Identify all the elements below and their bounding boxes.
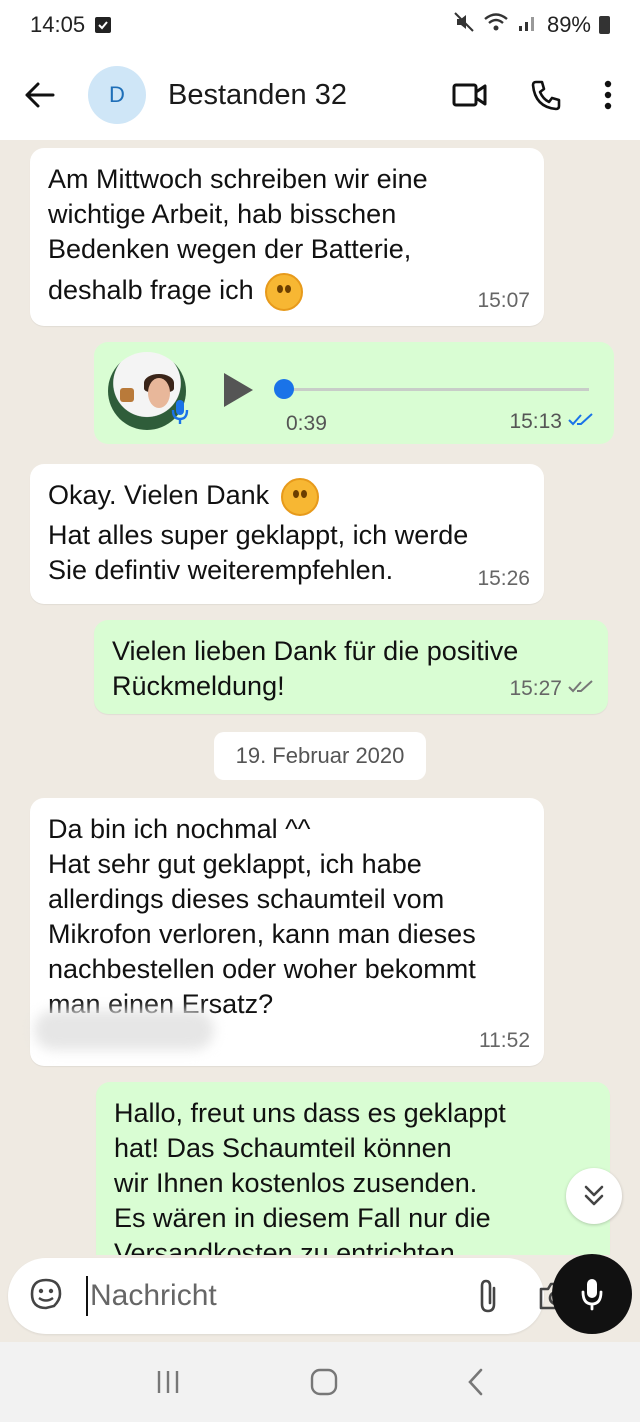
signal-icon — [517, 12, 539, 38]
message-text: Da bin ich nochmal ^^ — [48, 814, 311, 844]
recent-apps-icon[interactable] — [154, 1368, 182, 1396]
upside-down-face-emoji — [280, 478, 319, 516]
mic-icon — [170, 398, 190, 431]
message-incoming[interactable]: Am Mittwoch schreiben wir eine wichtige … — [30, 148, 544, 326]
date-separator: 19. Februar 2020 — [214, 732, 426, 780]
upside-down-face-emoji — [265, 273, 304, 311]
message-text: Vielen lieben Dank für die positive — [112, 636, 519, 666]
battery-icon — [599, 16, 610, 34]
message-text: Es wären in diesem Fall nur die — [114, 1203, 491, 1233]
chat-header: D Bestanden 32 — [0, 50, 640, 140]
sticker-icon[interactable] — [28, 1276, 64, 1317]
contact-name[interactable]: Bestanden 32 — [168, 79, 347, 112]
message-time: 15:26 — [477, 567, 530, 590]
message-text: allerdings dieses schaumteil vom — [48, 884, 445, 914]
record-voice-button[interactable] — [552, 1254, 632, 1334]
message-text: Bedenken wegen der Batterie, — [48, 234, 412, 264]
message-outgoing[interactable]: Hallo, freut uns dass es geklappt hat! D… — [96, 1082, 610, 1255]
system-back-icon[interactable] — [466, 1367, 486, 1397]
message-text: Mikrofon verloren, kann man dieses — [48, 919, 476, 949]
message-time: 11:52 — [479, 1029, 530, 1052]
message-input[interactable] — [86, 1276, 476, 1316]
read-ticks-icon — [568, 410, 594, 434]
attach-icon[interactable] — [476, 1278, 500, 1314]
audio-progress-track[interactable] — [284, 388, 589, 391]
more-options-icon[interactable] — [604, 80, 612, 110]
scroll-to-bottom-button[interactable] — [566, 1168, 622, 1224]
message-list[interactable]: Am Mittwoch schreiben wir eine wichtige … — [0, 140, 640, 1255]
blurred-content — [34, 1010, 214, 1050]
message-text: Hat alles super geklappt, ich werde — [48, 520, 469, 550]
avatar[interactable]: D — [88, 66, 146, 124]
message-text: Versandkosten zu entrichten — [114, 1238, 455, 1255]
message-composer — [8, 1258, 573, 1334]
mute-icon — [453, 11, 475, 39]
message-text: wichtige Arbeit, hab bisschen — [48, 199, 397, 229]
system-nav-bar — [0, 1342, 640, 1422]
audio-seek-handle[interactable] — [274, 379, 294, 399]
play-icon[interactable] — [220, 370, 256, 415]
message-text: Hat sehr gut geklappt, ich habe — [48, 849, 422, 879]
home-icon[interactable] — [309, 1367, 339, 1397]
battery-percent: 89% — [546, 12, 591, 37]
wifi-icon — [483, 12, 509, 38]
voice-message[interactable]: 0:39 15:13 — [94, 342, 614, 444]
message-text: deshalb frage ich — [48, 275, 254, 306]
message-time: 15:13 — [509, 410, 562, 433]
message-incoming[interactable]: Okay. Vielen Dank Hat alles super geklap… — [30, 464, 544, 604]
message-time: 15:07 — [477, 289, 530, 312]
message-text: Am Mittwoch schreiben wir eine — [48, 164, 428, 194]
message-text: hat! Das Schaumteil können — [114, 1133, 452, 1163]
back-button[interactable] — [0, 81, 80, 109]
notification-icon — [95, 17, 112, 33]
message-time: 15:27 — [509, 677, 562, 700]
message-text: wir Ihnen kostenlos zusenden. — [114, 1168, 478, 1198]
status-time: 14:05 — [30, 12, 86, 37]
voice-duration: 0:39 — [286, 412, 327, 435]
message-text: Okay. Vielen Dank — [48, 480, 270, 511]
video-call-icon[interactable] — [452, 82, 488, 108]
message-text: Hallo, freut uns dass es geklappt — [114, 1098, 506, 1128]
status-bar: 14:05 89% — [0, 0, 640, 50]
voice-call-icon[interactable] — [530, 79, 562, 111]
delivered-ticks-icon — [568, 671, 594, 706]
message-text: nachbestellen oder woher bekommt — [48, 954, 476, 984]
message-text: Sie defintiv weiterempfehlen. — [48, 555, 394, 585]
message-outgoing[interactable]: Vielen lieben Dank für die positive Rück… — [94, 620, 608, 714]
